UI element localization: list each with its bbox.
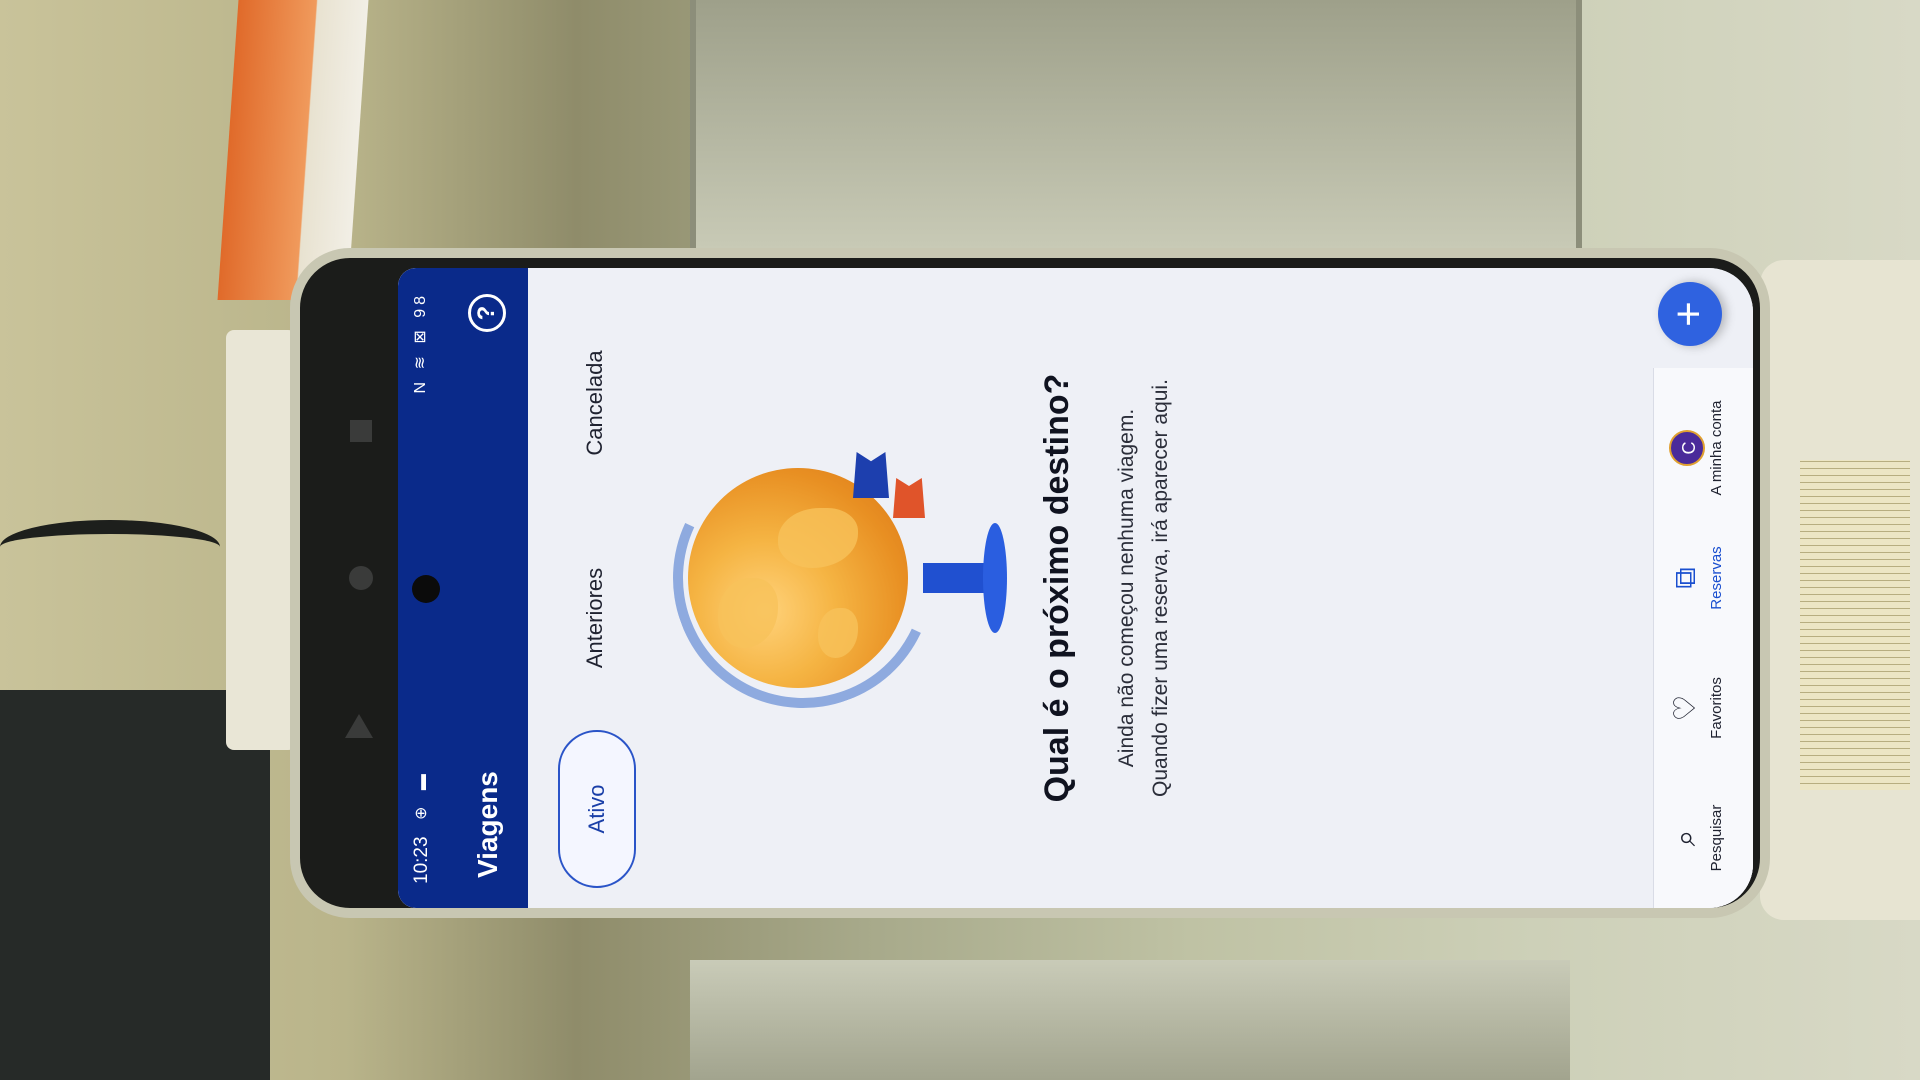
avatar: C: [1669, 430, 1705, 466]
front-camera: [412, 575, 440, 603]
phone-mount-left: [226, 330, 296, 750]
status-icons-left: ⊕ ▬: [413, 768, 430, 820]
nfc-icon: N: [412, 377, 429, 394]
nav-label: Reservas: [1708, 546, 1725, 610]
app-bar: Viagens ?: [446, 268, 528, 908]
wifi-icon: ≋: [412, 352, 429, 370]
tab-ativo[interactable]: Ativo: [558, 730, 636, 888]
status-icons-right: N ≋ ⊠ 98: [410, 292, 430, 394]
nav-reservas[interactable]: ⧉ Reservas: [1664, 518, 1725, 638]
page-title: Viagens: [472, 771, 503, 878]
trip-tabs: Ativo Anteriores Cancelada: [528, 268, 643, 908]
status-bar: 10:23 ⊕ ▬ N ≋ ⊠ 98: [398, 268, 446, 908]
add-trip-button[interactable]: +: [1658, 282, 1722, 346]
empty-state-message: Ainda não começou nenhuma viagem. Quando…: [1110, 308, 1178, 868]
signal-icon: ⊠: [412, 326, 429, 344]
nav-pesquisar[interactable]: ⌕ Pesquisar: [1664, 778, 1725, 898]
background-shelf-lower: [690, 960, 1570, 1080]
battery-icon: 98: [412, 292, 429, 318]
globe-illustration: [636, 411, 1033, 745]
phone-screen: 10:23 ⊕ ▬ N ≋ ⊠ 98 Viagens ? Ativo Anter…: [398, 268, 1753, 908]
empty-state-headline: Qual é o próximo destino?: [1038, 373, 1076, 803]
background-cable: [0, 520, 220, 574]
tab-cancelada[interactable]: Cancelada: [558, 308, 632, 498]
nav-label: Favoritos: [1708, 677, 1725, 739]
recents-button[interactable]: [350, 420, 372, 442]
tab-anteriores[interactable]: Anteriores: [558, 528, 632, 708]
heart-icon: ♡: [1669, 694, 1702, 722]
home-button[interactable]: [349, 566, 373, 590]
system-navigation: [340, 420, 380, 760]
empty-state-line-2: Quando fizer uma reserva, irá aparecer a…: [1149, 379, 1172, 797]
back-button[interactable]: [345, 714, 373, 738]
empty-state-line-1: Ainda não começou nenhuma viagem.: [1115, 408, 1138, 768]
search-icon: ⌕: [1669, 829, 1702, 847]
background-shelf: [690, 0, 1582, 250]
flag-icon: [893, 478, 925, 518]
flag-icon: [853, 452, 889, 498]
status-time: 10:23: [411, 836, 432, 884]
app-viewport: 10:23 ⊕ ▬ N ≋ ⊠ 98 Viagens ? Ativo Anter…: [398, 268, 1753, 908]
help-icon[interactable]: ?: [468, 294, 506, 332]
nav-minha-conta[interactable]: C A minha conta: [1664, 388, 1725, 508]
mount-label: [1800, 460, 1910, 790]
globe-base: [983, 523, 1007, 633]
bottom-navigation: ⌕ Pesquisar ♡ Favoritos ⧉ Reservas C A m…: [1653, 368, 1753, 908]
nav-favoritos[interactable]: ♡ Favoritos: [1664, 648, 1725, 768]
suitcase-icon: ⧉: [1669, 567, 1702, 589]
globe-icon: [688, 468, 908, 688]
nav-label: A minha conta: [1708, 400, 1725, 496]
nav-label: Pesquisar: [1708, 804, 1725, 872]
